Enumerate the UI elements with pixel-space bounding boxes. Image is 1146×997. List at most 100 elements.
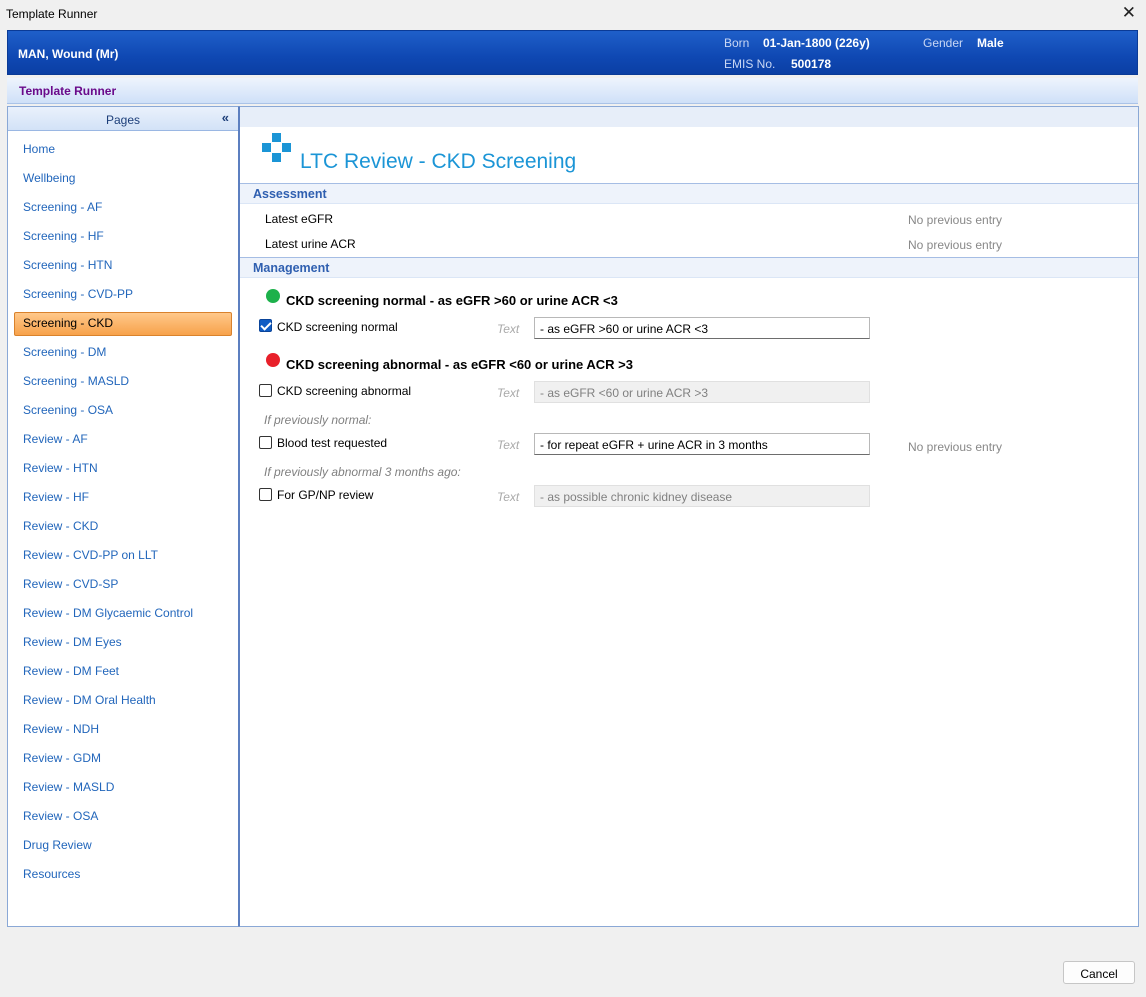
template-runner-header: Template Runner (7, 78, 1138, 104)
nav-item[interactable]: Screening - AF (8, 193, 238, 222)
nav-item-link[interactable]: Review - DM Feet (23, 664, 119, 678)
blood-test-previous: No previous entry (908, 440, 1003, 454)
nav-item[interactable]: Home (8, 135, 238, 164)
hint-previously-normal: If previously normal: (264, 413, 372, 427)
nav-item[interactable]: Review - CVD-SP (8, 570, 238, 599)
ckd-abnormal-text-input[interactable]: - as eGFR <60 or urine ACR >3 (534, 381, 870, 403)
red-status-icon (266, 353, 280, 367)
blood-test-label[interactable]: Blood test requested (277, 436, 387, 450)
nav-item[interactable]: Resources (8, 860, 238, 889)
page-title: LTC Review - CKD Screening (300, 150, 577, 173)
gp-review-text-input[interactable]: - as possible chronic kidney disease (534, 485, 870, 507)
nav-item-link[interactable]: Review - MASLD (23, 780, 114, 794)
nav-item[interactable]: Review - NDH (8, 715, 238, 744)
nav-item-link[interactable]: Screening - HF (23, 229, 104, 243)
nav-item-link[interactable]: Review - AF (23, 432, 88, 446)
pages-list: Home Wellbeing Screening - AF Screening - H… (8, 131, 238, 889)
ckd-abnormal-text-label: Text (497, 386, 520, 400)
ckd-normal-label[interactable]: CKD screening normal (277, 320, 398, 334)
nav-item-link[interactable]: Review - CKD (23, 519, 98, 533)
nav-item-link[interactable]: Screening - AF (23, 200, 102, 214)
pages-panel: Pages « Home Wellbeing Screening - AF Scree… (7, 106, 239, 927)
nav-item[interactable]: Review - HTN (8, 454, 238, 483)
nav-item-link[interactable]: Review - HTN (23, 461, 98, 475)
nav-item[interactable]: Review - AF (8, 425, 238, 454)
cancel-button[interactable]: Cancel (1063, 961, 1135, 984)
nav-item-link[interactable]: Review - DM Glycaemic Control (23, 606, 193, 620)
content-top-strip (240, 107, 1138, 127)
hint-previously-abnormal: If previously abnormal 3 months ago: (264, 465, 461, 479)
gp-review-checkbox[interactable] (259, 488, 272, 501)
management-section-header: Management (240, 257, 1138, 278)
pages-title: Pages (105, 113, 141, 127)
nav-item[interactable]: Review - DM Oral Health (8, 686, 238, 715)
latest-urine-acr-label: Latest urine ACR (265, 237, 356, 251)
nav-item-link[interactable]: Home (23, 142, 55, 156)
nav-item[interactable]: Review - DM Eyes (8, 628, 238, 657)
patient-banner: MAN, Wound (Mr) Born 01-Jan-1800 (226y) … (7, 30, 1138, 75)
nav-item[interactable]: Screening - CVD-PP (8, 280, 238, 309)
collapse-icon[interactable]: « (222, 110, 229, 125)
born-label: Born (724, 36, 750, 50)
nav-item-link[interactable]: Drug Review (23, 838, 92, 852)
close-icon[interactable]: ✕ (1122, 4, 1136, 22)
nav-item-link[interactable]: Screening - HTN (23, 258, 112, 272)
management-title: Management (253, 261, 330, 275)
gender-label: Gender (923, 36, 964, 50)
nav-item[interactable]: Wellbeing (8, 164, 238, 193)
ckd-normal-text-label: Text (497, 322, 520, 336)
nav-item-link[interactable]: Screening - DM (23, 345, 106, 359)
template-runner-title: Template Runner (19, 84, 117, 98)
assessment-title: Assessment (253, 187, 327, 201)
nav-item-link[interactable]: Screening - CKD (23, 316, 113, 330)
pages-header: Pages « (8, 107, 238, 131)
nav-item[interactable]: Screening - HF (8, 222, 238, 251)
content-panel: LTC Review - CKD Screening Assessment La… (239, 106, 1139, 927)
nav-item[interactable]: Review - MASLD (8, 773, 238, 802)
nav-item[interactable]: Review - CVD-PP on LLT (8, 541, 238, 570)
gp-review-label[interactable]: For GP/NP review (277, 488, 373, 502)
nav-item[interactable]: Screening - MASLD (8, 367, 238, 396)
nav-item[interactable]: Drug Review (8, 831, 238, 860)
latest-urine-acr-value: No previous entry (908, 238, 1003, 252)
ckd-normal-checkbox[interactable] (259, 319, 272, 332)
assessment-section-header: Assessment (240, 183, 1138, 204)
blood-test-checkbox[interactable] (259, 436, 272, 449)
nav-item[interactable]: Screening - HTN (8, 251, 238, 280)
blood-test-text-input[interactable]: - for repeat eGFR + urine ACR in 3 month… (534, 433, 870, 455)
nav-item-link[interactable]: Screening - MASLD (23, 374, 129, 388)
nav-item-link[interactable]: Review - CVD-SP (23, 577, 118, 591)
nav-item[interactable]: Review - GDM (8, 744, 238, 773)
nav-item-link[interactable]: Wellbeing (23, 171, 75, 185)
nav-item[interactable]: Review - OSA (8, 802, 238, 831)
ckd-abnormal-label[interactable]: CKD screening abnormal (277, 384, 411, 398)
nav-item-link[interactable]: Screening - OSA (23, 403, 113, 417)
nav-item[interactable]: Screening - DM (8, 338, 238, 367)
nav-item[interactable]: Review - DM Feet (8, 657, 238, 686)
emis-label: EMIS No. (724, 57, 776, 71)
patient-name: MAN, Wound (Mr) (18, 47, 119, 61)
nav-item[interactable]: Review - HF (8, 483, 238, 512)
nav-item-link[interactable]: Review - OSA (23, 809, 98, 823)
nav-item[interactable]: Screening - CKD (8, 309, 238, 338)
green-status-icon (266, 289, 280, 303)
window-title: Template Runner (6, 7, 98, 21)
nav-item[interactable]: Review - CKD (8, 512, 238, 541)
nav-item-link[interactable]: Resources (23, 867, 80, 881)
ckd-abnormal-checkbox[interactable] (259, 384, 272, 397)
nav-item-link[interactable]: Review - NDH (23, 722, 99, 736)
abnormal-heading: CKD screening abnormal - as eGFR <60 or … (286, 357, 634, 372)
emis-value: 500178 (791, 57, 832, 71)
nav-item-link[interactable]: Review - CVD-PP on LLT (23, 548, 158, 562)
normal-heading: CKD screening normal - as eGFR >60 or ur… (286, 293, 618, 308)
nav-item-link[interactable]: Screening - CVD-PP (23, 287, 133, 301)
medical-cross-icon (262, 133, 292, 163)
nav-item-link[interactable]: Review - DM Oral Health (23, 693, 156, 707)
nav-item-link[interactable]: Review - HF (23, 490, 89, 504)
nav-item-link[interactable]: Review - GDM (23, 751, 101, 765)
latest-egfr-value: No previous entry (908, 213, 1003, 227)
ckd-normal-text-input[interactable]: - as eGFR >60 or urine ACR <3 (534, 317, 870, 339)
nav-item[interactable]: Screening - OSA (8, 396, 238, 425)
nav-item[interactable]: Review - DM Glycaemic Control (8, 599, 238, 628)
nav-item-link[interactable]: Review - DM Eyes (23, 635, 122, 649)
